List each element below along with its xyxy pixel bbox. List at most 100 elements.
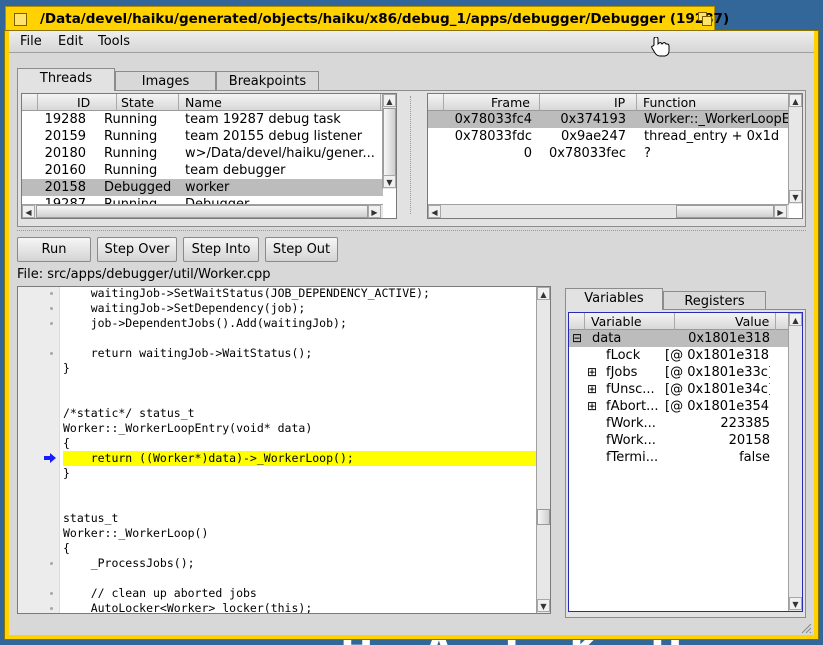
menu-tools[interactable]: Tools bbox=[98, 34, 130, 49]
splitter-vertical[interactable] bbox=[410, 96, 412, 214]
splitter-horizontal[interactable] bbox=[17, 230, 806, 231]
scroll-down-icon[interactable]: ▼ bbox=[789, 190, 802, 203]
thread-row[interactable]: 19287 Running Debugger bbox=[22, 196, 383, 204]
stack-col-function[interactable]: Function bbox=[643, 95, 696, 110]
variable-name: fJobs bbox=[606, 365, 638, 380]
current-source-line[interactable]: return ((Worker*)data)->_WorkerLoop(); bbox=[63, 451, 537, 466]
variable-row[interactable]: ⊞ fUnsc... [@ 0x1801e34c] bbox=[569, 381, 788, 398]
variable-row[interactable]: fTermi... false bbox=[569, 449, 788, 466]
variable-row[interactable]: fWork... 223385 bbox=[569, 415, 788, 432]
tab-breakpoints[interactable]: Breakpoints bbox=[216, 71, 319, 91]
stack-trace-list[interactable]: Frame IP Function 0x78033fc4 0x374193 Work… bbox=[427, 93, 803, 219]
threads-col-name[interactable]: Name bbox=[185, 95, 222, 110]
expand-icon[interactable]: ⊞ bbox=[587, 398, 599, 415]
source-line[interactable]: } bbox=[63, 361, 70, 376]
breakpoint-slot-marker[interactable] bbox=[50, 562, 53, 565]
scroll-left-icon[interactable]: ◀ bbox=[428, 205, 441, 218]
threads-vscroll-thumb[interactable] bbox=[383, 108, 396, 178]
scroll-down-icon[interactable]: ▼ bbox=[383, 175, 396, 188]
breakpoint-slot-marker[interactable] bbox=[50, 607, 53, 610]
run-button[interactable]: Run bbox=[17, 237, 91, 262]
expand-icon[interactable]: ⊞ bbox=[587, 381, 599, 398]
stack-col-frame[interactable]: Frame bbox=[491, 95, 530, 110]
variables-vscroll[interactable]: ▲ ▼ bbox=[788, 313, 802, 611]
source-code-area[interactable]: waitingJob->SetWaitStatus(JOB_DEPENDENCY… bbox=[18, 287, 537, 613]
threads-vscroll[interactable]: ▲ ▼ bbox=[382, 94, 396, 189]
menu-edit[interactable]: Edit bbox=[58, 34, 83, 49]
stack-frame-row[interactable]: 0 0x78033fec? bbox=[428, 145, 789, 162]
threads-hscroll-thumb[interactable] bbox=[36, 205, 368, 218]
source-line[interactable]: Worker::_WorkerLoopEntry(void* data) bbox=[63, 421, 312, 436]
source-line[interactable]: job->DependentJobs().Add(waitingJob); bbox=[63, 316, 347, 331]
thread-row[interactable]: 20180 Running w>/Data/devel/haiku/gener... bbox=[22, 145, 383, 162]
variable-row[interactable]: fLock [@ 0x1801e318] bbox=[569, 347, 788, 364]
window-tab[interactable]: /Data/devel/haiku/generated/objects/haik… bbox=[5, 6, 729, 31]
breakpoint-slot-marker[interactable] bbox=[50, 292, 53, 295]
thread-row[interactable]: 20160 Running team debugger bbox=[22, 162, 383, 179]
threads-list[interactable]: ID State Name 19288 Running team 19287 deb… bbox=[21, 93, 397, 219]
stack-vscroll[interactable]: ▲ ▼ bbox=[788, 94, 802, 204]
stack-col-ip[interactable]: IP bbox=[614, 95, 625, 110]
scroll-down-icon[interactable]: ▼ bbox=[789, 597, 802, 610]
collapse-icon[interactable]: ⊟ bbox=[572, 330, 584, 347]
thread-state: Running bbox=[104, 129, 158, 144]
step-into-button[interactable]: Step Into bbox=[183, 237, 259, 262]
source-line[interactable]: // clean up aborted jobs bbox=[63, 586, 257, 601]
source-line[interactable]: Worker::_WorkerLoop() bbox=[63, 526, 208, 541]
tab-variables[interactable]: Variables bbox=[565, 288, 663, 311]
source-line[interactable]: waitingJob->SetDependency(job); bbox=[63, 301, 306, 316]
scroll-left-icon[interactable]: ◀ bbox=[22, 205, 35, 218]
variable-row[interactable]: ⊟ data 0x1801e318 bbox=[569, 330, 788, 347]
source-line[interactable]: return waitingJob->WaitStatus(); bbox=[63, 346, 313, 361]
stack-hscroll[interactable]: ◀ ▶ bbox=[428, 204, 789, 218]
threads-col-state[interactable]: State bbox=[121, 95, 154, 110]
breakpoint-slot-marker[interactable] bbox=[50, 592, 53, 595]
stack-frame-row[interactable]: 0x78033fc4 0x374193 Worker::_WorkerLoopEn bbox=[428, 111, 789, 128]
close-icon[interactable] bbox=[14, 13, 27, 26]
scroll-up-icon[interactable]: ▲ bbox=[537, 287, 550, 300]
thread-row[interactable]: 19288 Running team 19287 debug task bbox=[22, 111, 383, 128]
breakpoint-slot-marker[interactable] bbox=[50, 307, 53, 310]
resize-handle[interactable] bbox=[800, 622, 812, 634]
source-vscroll-thumb[interactable] bbox=[537, 509, 550, 525]
breakpoint-slot-marker[interactable] bbox=[50, 322, 53, 325]
breakpoint-slot-marker[interactable] bbox=[50, 352, 53, 355]
variable-row[interactable]: ⊞ fJobs [@ 0x1801e33c] bbox=[569, 364, 788, 381]
thread-row[interactable]: 20159 Running team 20155 debug listener bbox=[22, 128, 383, 145]
tab-threads[interactable]: Threads bbox=[17, 68, 115, 91]
tab-images[interactable]: Images bbox=[115, 71, 216, 91]
source-line[interactable]: status_t bbox=[63, 511, 118, 526]
step-out-button[interactable]: Step Out bbox=[265, 237, 338, 262]
source-line[interactable]: /*static*/ status_t bbox=[63, 406, 195, 421]
source-line[interactable]: { bbox=[63, 541, 70, 556]
scroll-up-icon[interactable]: ▲ bbox=[383, 94, 396, 107]
tab-registers[interactable]: Registers bbox=[663, 291, 766, 311]
source-line[interactable]: waitingJob->SetWaitStatus(JOB_DEPENDENCY… bbox=[63, 287, 430, 301]
variables-col-variable[interactable]: Variable bbox=[591, 314, 642, 329]
step-over-button[interactable]: Step Over bbox=[97, 237, 177, 262]
scroll-up-icon[interactable]: ▲ bbox=[789, 94, 802, 107]
variables-col-value[interactable]: Value bbox=[735, 314, 769, 329]
zoom-icon[interactable] bbox=[698, 12, 712, 26]
scroll-right-icon[interactable]: ▶ bbox=[774, 205, 787, 218]
stack-hscroll-thumb[interactable] bbox=[676, 205, 774, 218]
scroll-up-icon[interactable]: ▲ bbox=[789, 313, 802, 326]
source-line[interactable]: { bbox=[63, 436, 70, 451]
source-line[interactable]: _ProcessJobs(); bbox=[63, 556, 195, 571]
source-vscroll[interactable]: ▲ ▼ bbox=[536, 287, 550, 613]
scroll-right-icon[interactable]: ▶ bbox=[368, 205, 381, 218]
thread-row[interactable]: 20158 Debugged worker bbox=[22, 179, 383, 196]
threads-col-id[interactable]: ID bbox=[77, 95, 90, 110]
variables-list[interactable]: Variable Value ⊟ data 0x1801e318 fLock [@ 0x… bbox=[568, 312, 803, 612]
scroll-down-icon[interactable]: ▼ bbox=[537, 599, 550, 612]
source-view[interactable]: waitingJob->SetWaitStatus(JOB_DEPENDENCY… bbox=[17, 286, 551, 614]
expand-icon[interactable]: ⊞ bbox=[587, 364, 599, 381]
stack-frame-row[interactable]: 0x78033fdc 0x9ae247 thread_entry + 0x1d bbox=[428, 128, 789, 145]
variable-row[interactable]: ⊞ fAbort... [@ 0x1801e354] bbox=[569, 398, 788, 415]
threads-hscroll[interactable]: ◀ ▶ bbox=[22, 204, 383, 218]
menu-file[interactable]: File bbox=[20, 34, 42, 49]
source-line[interactable]: AutoLocker<Worker> locker(this); bbox=[63, 601, 313, 613]
thread-state: Debugged bbox=[104, 180, 172, 195]
variable-row[interactable]: fWork... 20158 bbox=[569, 432, 788, 449]
source-line[interactable]: } bbox=[63, 466, 70, 481]
